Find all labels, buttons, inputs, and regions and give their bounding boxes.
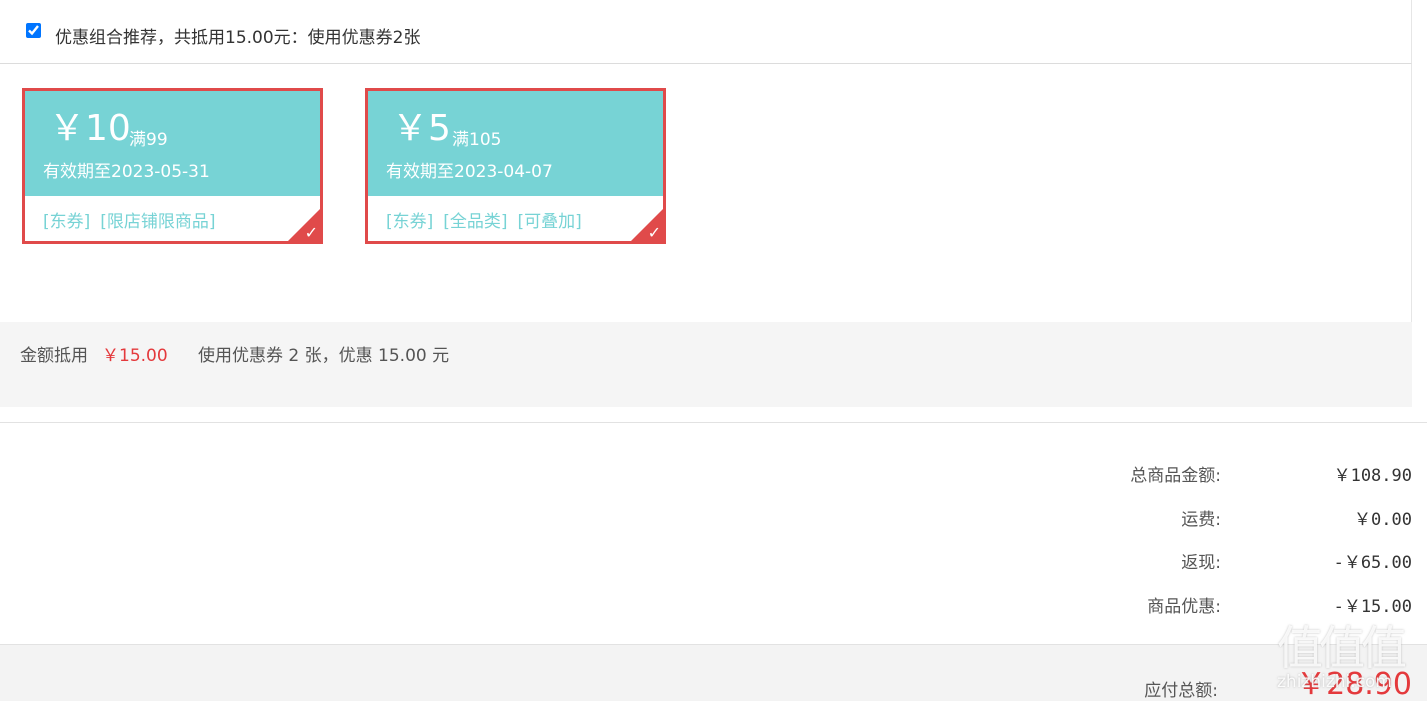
totals-row: 总商品金额: ￥108.90 [0, 461, 1427, 486]
checkmark-icon: ✓ [304, 223, 318, 242]
coupon-tag: [限店铺限商品] [100, 212, 216, 232]
coupon-recommendation-bar: 优惠组合推荐，共抵用15.00元：使用优惠券2张 [0, 0, 1412, 64]
totals-label: 商品优惠: [1147, 597, 1221, 617]
coupon-card[interactable]: ￥10 满99 有效期至2023-05-31 [东券] [限店铺限商品] ✓ [22, 88, 323, 244]
payable-value: ￥28.90 [1296, 667, 1412, 702]
summary-description: 使用优惠券 2 张，优惠 15.00 元 [198, 346, 450, 366]
payable-label: 应付总额: [1144, 681, 1218, 701]
coupon-list: ￥10 满99 有效期至2023-05-31 [东券] [限店铺限商品] ✓ ￥5… [0, 64, 1412, 322]
totals-label: 总商品金额: [1130, 466, 1221, 486]
divider [0, 422, 1427, 423]
coupon-tag: [全品类] [443, 212, 508, 232]
recommendation-text: 优惠组合推荐，共抵用15.00元：使用优惠券2张 [55, 28, 421, 48]
coupon-tags: [东券] [限店铺限商品] [43, 207, 226, 232]
coupon-tag: [可叠加] [517, 212, 582, 232]
summary-label: 金额抵用 [20, 346, 88, 366]
coupon-tags: [东券] [全品类] [可叠加] [386, 207, 592, 232]
totals-value: ￥108.90 [1333, 466, 1412, 486]
summary-amount: ￥15.00 [102, 346, 168, 366]
coupon-condition: 满105 [452, 130, 502, 150]
coupon-tag: [东券] [43, 212, 91, 232]
coupon-tag: [东券] [386, 212, 434, 232]
coupon-header: ￥10 满99 有效期至2023-05-31 [25, 91, 320, 196]
coupon-expiry: 有效期至2023-05-31 [43, 162, 210, 182]
coupon-amount: ￥10 [49, 108, 131, 149]
totals-label: 运费: [1181, 510, 1221, 530]
totals-row: 运费: ￥0.00 [0, 505, 1427, 530]
coupon-expiry: 有效期至2023-04-07 [386, 162, 553, 182]
coupon-card[interactable]: ￥5 满105 有效期至2023-04-07 [东券] [全品类] [可叠加] ✓ [365, 88, 666, 244]
totals-row: 返现: -￥65.00 [0, 548, 1427, 573]
checkmark-icon: ✓ [647, 223, 661, 242]
coupon-amount: ￥5 [392, 108, 451, 149]
payable-total: 应付总额: ￥28.90 [0, 644, 1427, 702]
discount-summary: 金额抵用 ￥15.00 使用优惠券 2 张，优惠 15.00 元 [0, 322, 1412, 407]
totals-value: -￥15.00 [1333, 597, 1412, 617]
totals-value: -￥65.00 [1333, 553, 1412, 573]
totals-row: 商品优惠: -￥15.00 [0, 592, 1427, 617]
totals-label: 返现: [1181, 553, 1221, 573]
coupon-condition: 满99 [129, 130, 168, 150]
coupon-header: ￥5 满105 有效期至2023-04-07 [368, 91, 663, 196]
recommendation-checkbox[interactable] [26, 23, 41, 38]
totals-value: ￥0.00 [1354, 510, 1412, 530]
